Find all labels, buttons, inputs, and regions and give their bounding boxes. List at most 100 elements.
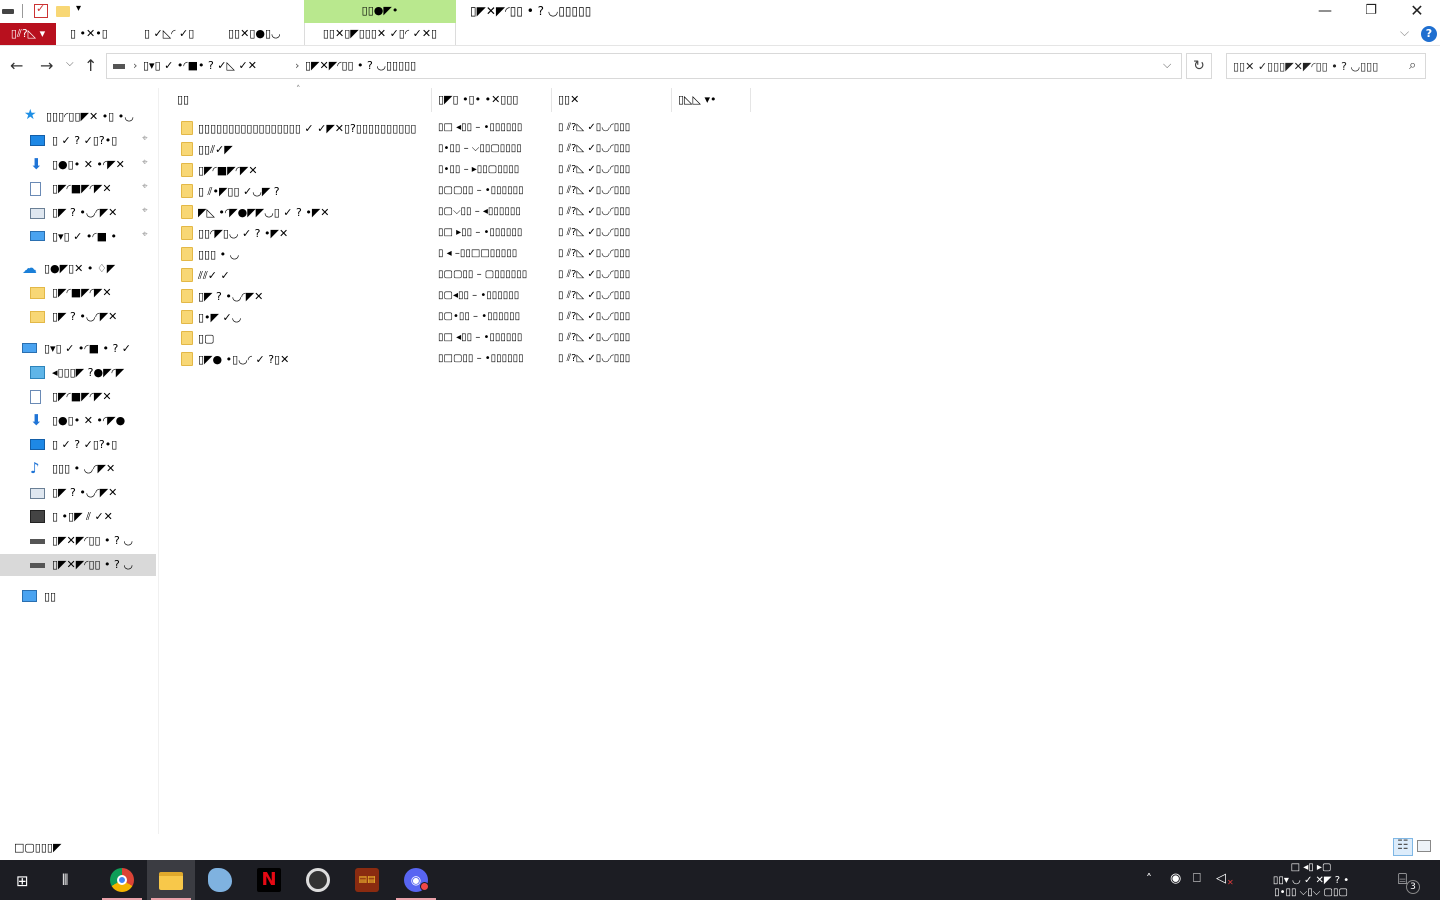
clock-date[interactable]: ▯•▯▯ ⌵▯⌵ ▢▯▢ [1256, 886, 1366, 899]
show-hidden-icons-chevron-icon[interactable]: ˄ [1146, 872, 1152, 886]
folder-icon [181, 310, 193, 324]
table-row[interactable]: ▯◤ ? •◡◜◤✕ ▯▢◂▯▯ – •▯▯▯▯▯▯ ▯ ⫽?◺ ✓▯◡◜▯▯▯ [177, 286, 663, 307]
tab-file[interactable]: ▯⫽?◺ ▾ [0, 23, 56, 45]
properties-icon[interactable] [34, 2, 48, 18]
discord-tray-icon[interactable]: ◉ [1170, 871, 1181, 886]
column-divider[interactable] [750, 88, 751, 112]
folder-icon [181, 184, 193, 198]
sidebar-item[interactable]: ⬇ ▯●▯• ✕ •◜◤✕ ⌖ [0, 154, 156, 176]
tab-share[interactable]: ▯ ✓◺◜ ✓▯ [144, 23, 194, 45]
up-arrow-icon[interactable]: ↑ [84, 56, 97, 75]
sidebar-item[interactable]: ▯◤◜■◤◜◤✕ ⌖ [0, 178, 156, 200]
file-date-modified: ▯•▯▯ – ▸▯▯▢▯▯▯▯ [438, 164, 520, 175]
close-button[interactable]: ✕ [1394, 0, 1440, 23]
folder-icon [181, 142, 193, 156]
tab-drive-tools[interactable]: ▯▯✕▯◤▯▯▯✕ ✓▯◜ ✓✕▯ [304, 23, 456, 45]
minimize-button[interactable]: — [1302, 0, 1348, 23]
sidebar-item[interactable]: ▯◤✕◤◜▯▯ • ? ◡ [0, 554, 156, 576]
sidebar-item[interactable]: ◂▯▯▯◤ ?●◤◜◤ [0, 362, 156, 384]
sidebar-item[interactable]: ★ ▯▯▯◜▯▯◤✕ •▯ •◡ [0, 106, 156, 128]
network-icon[interactable]: ⎕ [1193, 871, 1201, 886]
sidebar-item[interactable]: ▯▯ [0, 586, 156, 608]
taskbar-app-music[interactable] [294, 860, 342, 900]
sort-ascending-icon: ˄ [296, 85, 301, 95]
tab-view[interactable]: ▯▯✕▯●▯◡ [228, 23, 281, 45]
sidebar-item[interactable]: ▯▾▯ ✓ •◜■ • ⌖ [0, 226, 156, 248]
breadcrumb-current-drive[interactable]: ▯◤✕◤◜▯▯ • ? ◡▯▯▯▯▯ [305, 59, 416, 72]
search-input[interactable] [1227, 54, 1405, 78]
sidebar-item[interactable]: ▯◤ ? •◡◜◤✕ ⌖ [0, 202, 156, 224]
help-icon[interactable]: ? [1421, 26, 1437, 42]
sidebar-item[interactable]: ▯▾▯ ✓ •◜■ • ? ✓ [0, 338, 156, 360]
sidebar-item-label: ▯▾▯ ✓ •◜■ • [52, 230, 117, 243]
task-view-icon: ⫴ [62, 871, 69, 889]
forward-arrow-icon[interactable]: → [40, 56, 53, 75]
column-header-name[interactable]: ▯▯ [177, 88, 431, 112]
search-box[interactable]: ⌕ [1226, 53, 1426, 79]
breadcrumb-separator[interactable]: › [133, 59, 137, 72]
sidebar-item[interactable]: ⬇ ▯●▯• ✕ •◜◤● [0, 410, 156, 432]
taskbar-app-file-explorer[interactable] [147, 860, 195, 900]
title-bar: ▾ ▯▯●◤• ▯◤✕◤◜▯▯ • ? ◡▯▯▯▯▯ — ❐ ✕ [0, 0, 1440, 23]
sidebar-item[interactable]: ▯ ✓ ? ✓▯?•▯ [0, 434, 156, 456]
refresh-button[interactable]: ↻ [1186, 53, 1212, 79]
drive-icon[interactable] [2, 9, 14, 14]
table-row[interactable]: ◤◺ •◜◤●◤◤◡▯ ✓ ? •◤✕ ▯▢⌵▯▯ – ◂▯▯▯▯▯▯ ▯ ⫽?◺ … [177, 202, 663, 223]
column-header-type[interactable]: ▯▯✕ [558, 88, 670, 112]
task-view-button[interactable]: ⫴ [48, 860, 96, 900]
sidebar-item[interactable]: ▯◤ ? •◡◜◤✕ [0, 482, 156, 504]
large-icons-view-button[interactable] [1417, 840, 1431, 852]
details-view-button[interactable] [1393, 838, 1413, 856]
column-divider[interactable] [431, 88, 432, 112]
file-date-modified: ▯ ◂ –▯▯□□▯▯▯▯▯ [438, 248, 518, 259]
table-row[interactable]: ⫽⫽✓ ✓ ▯▢▢▯▯ – ▢▯▯▯▯▯▯ ▯ ⫽?◺ ✓▯◡◜▯▯▯ [177, 265, 663, 286]
address-bar[interactable]: › ▯▾▯ ✓ •◜■• ? ✓◺ ✓✕ › ▯◤✕◤◜▯▯ • ? ◡▯▯▯▯… [106, 53, 1182, 79]
table-row[interactable]: ▯▯⫽✓◤ ▯•▯▯ – ⌵▯▯▢▯▯▯▯ ▯ ⫽?◺ ✓▯◡◜▯▯▯ [177, 139, 663, 160]
clock-time[interactable]: □ ◂▯ ▸▢ ▯▯▾ ◡ ✓ ✕◤ ? • [1256, 861, 1366, 887]
taskbar-app-paint[interactable] [196, 860, 244, 900]
game-icon: ▤▤ [355, 868, 379, 892]
breadcrumb-separator[interactable]: › [295, 59, 299, 72]
start-button[interactable]: ⊞ [0, 860, 48, 900]
drive-icon [113, 64, 125, 69]
tab-home[interactable]: ▯ •✕•▯ [70, 23, 108, 45]
search-icon[interactable]: ⌕ [1409, 58, 1416, 73]
sidebar-item-label: ▯▯ [44, 590, 57, 603]
taskbar-app-netflix[interactable]: N [245, 860, 293, 900]
restore-button[interactable]: ❐ [1348, 0, 1394, 23]
sidebar-item[interactable]: ▯◤◜■◤◜◤✕ [0, 386, 156, 408]
taskbar-app-chrome[interactable] [98, 860, 146, 900]
chevron-down-icon[interactable]: ⌵ [1400, 25, 1409, 40]
volume-icon[interactable]: ◁ [1216, 871, 1226, 886]
table-row[interactable]: ▯▢ ▯□ ◂▯▯ – •▯▯▯▯▯▯ ▯ ⫽?◺ ✓▯◡◜▯▯▯ [177, 328, 663, 349]
sidebar-item[interactable]: ▯ •▯◤ ⫽ ✓✕ [0, 506, 156, 528]
table-row[interactable]: ▯ ⫽•◤▯▯ ✓◡◤ ? ▯▢▢▯▯ – •▯▯▯▯▯▯ ▯ ⫽?◺ ✓▯◡◜▯▯… [177, 181, 663, 202]
file-name: ▯▯▯ • ◡ [198, 248, 240, 261]
sidebar-item[interactable]: ♪ ▯▯▯ • ◡◜◤✕ [0, 458, 156, 480]
column-divider[interactable] [671, 88, 672, 112]
sidebar-item[interactable]: ☁ ▯●◤▯✕ • ♢◤ [0, 258, 156, 280]
table-row[interactable]: ▯▯▯ • ◡ ▯ ◂ –▯▯□□▯▯▯▯▯ ▯ ⫽?◺ ✓▯◡◜▯▯▯ [177, 244, 663, 265]
taskbar-app-game[interactable]: ▤▤ [343, 860, 391, 900]
breadcrumb-this-pc[interactable]: ▯▾▯ ✓ •◜■• ? ✓◺ ✓✕ [143, 59, 257, 72]
recent-locations-icon[interactable]: ⌵ [66, 58, 74, 69]
sidebar-item[interactable]: ▯ ✓ ? ✓▯?•▯ ⌖ [0, 130, 156, 152]
table-row[interactable]: ▯▯▯▯▯▯▯▯▯▯▯▯▯▯▯▯▯ ✓ ✓◤✕▯?▯▯▯▯▯▯▯▯▯▯ ▯□ ◂▯… [177, 118, 663, 139]
table-row[interactable]: ▯•◤ ✓◡ ▯▢•▯▯ – •▯▯▯▯▯▯ ▯ ⫽?◺ ✓▯◡◜▯▯▯ [177, 307, 663, 328]
table-row[interactable]: ▯◤● •▯◡◜ ✓ ?▯✕ ▯□▢▯▯ – •▯▯▯▯▯▯ ▯ ⫽?◺ ✓▯◡◜▯… [177, 349, 663, 370]
chevron-down-icon[interactable]: ⌵ [1163, 58, 1171, 72]
new-folder-icon[interactable] [56, 6, 70, 17]
customize-toolbar-icon[interactable]: ▾ [76, 3, 81, 14]
sidebar-item[interactable]: ▯◤◜■◤◜◤✕ [0, 282, 156, 304]
sidebar-item[interactable]: ▯◤ ? •◡◜◤✕ [0, 306, 156, 328]
navigation-bar: ← → ⌵ ↑ › ▯▾▯ ✓ •◜■• ? ✓◺ ✓✕ › ▯◤✕◤◜▯▯ •… [0, 46, 1440, 88]
table-row[interactable]: ▯◤◜■◤◜◤✕ ▯•▯▯ – ▸▯▯▢▯▯▯▯ ▯ ⫽?◺ ✓▯◡◜▯▯▯ [177, 160, 663, 181]
file-name: ▯◤◜■◤◜◤✕ [198, 164, 258, 177]
sidebar-item[interactable]: ▯◤✕◤◜▯▯ • ? ◡ [0, 530, 156, 552]
column-header-size[interactable]: ▯◺◺ ▾• [678, 88, 750, 112]
table-row[interactable]: ▯▯◜◤▯◡ ✓ ? •◤✕ ▯□ ▸▯▯ – •▯▯▯▯▯▯ ▯ ⫽?◺ ✓▯◡◜… [177, 223, 663, 244]
column-divider[interactable] [551, 88, 552, 112]
column-header-date-modified[interactable]: ▯◤▯ •▯• •✕▯▯▯ [438, 88, 550, 112]
back-arrow-icon[interactable]: ← [10, 56, 23, 75]
taskbar-app-discord[interactable]: ◉ [392, 860, 440, 900]
